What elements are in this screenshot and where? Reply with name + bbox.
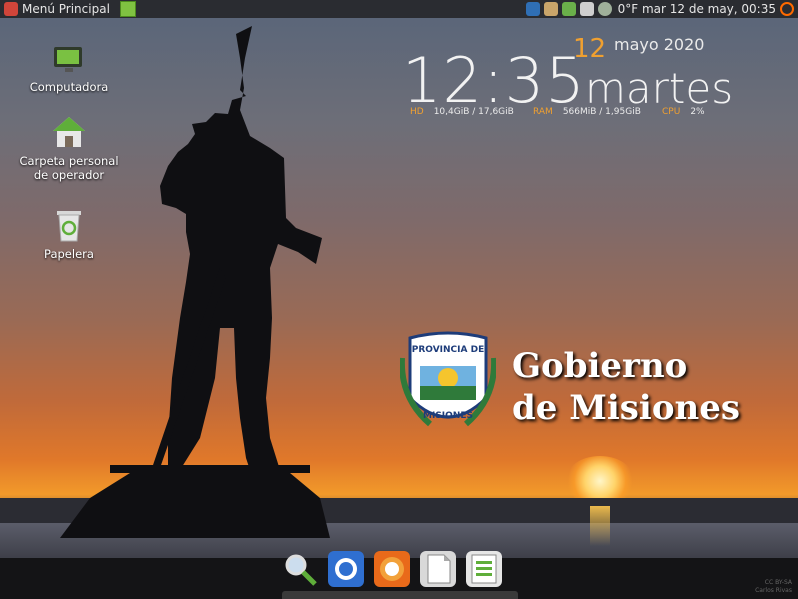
cpu-label: CPU (662, 107, 681, 117)
power-icon[interactable] (780, 2, 794, 16)
desktop-icon-home[interactable]: Carpeta personal de operador (14, 114, 124, 182)
seal-bottom-text: MISIONES (423, 411, 473, 421)
seal-top-text: PROVINCIA DE (412, 345, 484, 355)
home-folder-icon (51, 114, 87, 150)
desktop-icon-label: Computadora (29, 80, 109, 94)
credit-line1: CC BY-SA (764, 579, 792, 586)
hd-label: HD (410, 107, 424, 117)
desktop-icon-label: Carpeta personal de operador (19, 154, 119, 182)
title-line1: Gobierno (512, 346, 688, 386)
government-title: Gobierno de Misiones (512, 345, 740, 429)
firefox-icon[interactable] (374, 551, 410, 587)
libreoffice-icon[interactable] (420, 551, 456, 587)
wallpaper-credit: CC BY-SA Carlos Rivas (755, 579, 792, 595)
ram-label: RAM (533, 107, 553, 117)
hd-value: 10,4GiB / 17,6GiB (433, 107, 514, 117)
thunderbird-icon[interactable] (328, 551, 364, 587)
ram-value: 566MiB / 1,95GiB (562, 107, 641, 117)
conky-ram: RAM 566MiB / 1,95GiB (533, 107, 641, 117)
title-line2: de Misiones (512, 388, 741, 428)
credit-line2: Carlos Rivas (755, 587, 792, 594)
cpu-value: 2% (690, 107, 705, 117)
desktop-icon-trash[interactable]: Papelera (14, 207, 124, 261)
conky-cpu: CPU 2% (662, 107, 705, 117)
user-icon[interactable] (543, 2, 558, 16)
menu-icon (4, 2, 18, 16)
clock[interactable]: 0°F mar 12 de may, 00:35 (618, 2, 776, 16)
update-icon[interactable] (561, 2, 576, 16)
desktop-icon-computer[interactable]: Computadora (14, 40, 124, 94)
dock (282, 549, 502, 589)
conky-day: 12 (573, 34, 607, 64)
dock-base (282, 591, 518, 599)
desktop-icon-label: Papelera (44, 247, 94, 261)
search-icon[interactable] (282, 551, 318, 587)
conky-month-year: mayo 2020 (614, 35, 705, 54)
top-panel: Menú Principal 0°F mar 12 de may, 00:35 (0, 0, 798, 18)
launcher-icon[interactable] (119, 1, 136, 17)
spreadsheet-icon[interactable] (466, 551, 502, 587)
network-icon[interactable] (579, 2, 594, 16)
misiones-seal-logo: PROVINCIA DE MISIONES (398, 328, 498, 438)
main-menu-label: Menú Principal (22, 2, 110, 16)
hp-icon[interactable] (525, 2, 540, 16)
computer-icon (51, 40, 87, 76)
system-tray: 0°F mar 12 de may, 00:35 (525, 0, 798, 18)
conky-hd: HD 10,4GiB / 17,6GiB (410, 107, 514, 117)
volume-icon[interactable] (597, 2, 612, 16)
conky-weekday: martes (585, 64, 734, 113)
main-menu-button[interactable]: Menú Principal (0, 0, 114, 18)
trash-icon (51, 207, 87, 243)
